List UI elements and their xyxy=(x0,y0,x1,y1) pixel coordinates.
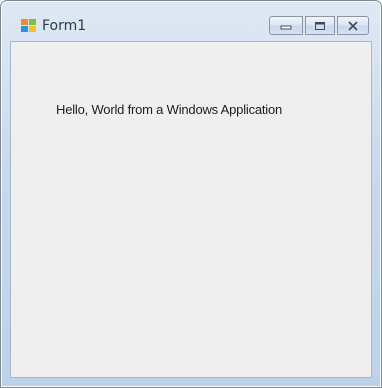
title-bar[interactable]: Form1 xyxy=(1,1,381,41)
minimize-icon xyxy=(280,25,292,29)
maximize-button[interactable] xyxy=(305,16,335,35)
close-button[interactable] xyxy=(337,16,369,35)
caption-buttons xyxy=(269,16,369,35)
window-title: Form1 xyxy=(42,18,87,34)
windows-forms-app-icon[interactable] xyxy=(20,17,37,34)
close-icon xyxy=(348,20,358,31)
form-client-area: Hello, World from a Windows Application xyxy=(10,41,372,378)
minimize-button[interactable] xyxy=(269,16,303,35)
form1-window: Form1 Hello, World from a Windows Applic… xyxy=(0,0,382,388)
hello-world-label: Hello, World from a Windows Application xyxy=(56,102,283,117)
maximize-icon xyxy=(315,21,325,30)
